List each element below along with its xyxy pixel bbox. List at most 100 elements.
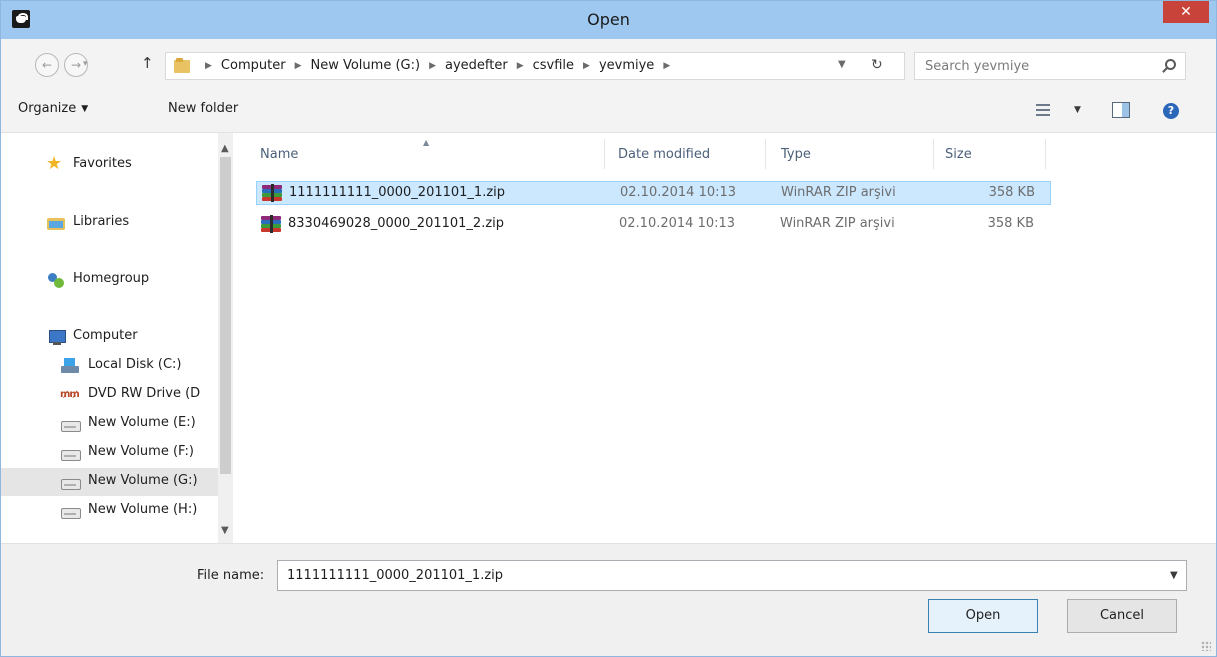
file-name-value[interactable]: 1111111111_0000_201101_1.zip [287, 568, 503, 583]
file-name-field[interactable]: 1111111111_0000_201101_1.zip ▼ [277, 560, 1187, 591]
breadcrumb-separator-icon[interactable]: ▶ [295, 61, 302, 71]
file-list: Name ▲ Date modified Type Size 111111111… [233, 133, 1216, 543]
sidebar-item-label: New Volume (E:) [88, 415, 196, 430]
file-name-label: File name: [197, 568, 265, 583]
sidebar-item-label: Computer [73, 328, 138, 343]
file-type: WinRAR ZIP arşivi [780, 216, 895, 231]
computer-icon [47, 329, 66, 345]
column-divider[interactable] [933, 139, 934, 169]
organize-label: Organize [18, 101, 77, 116]
help-icon[interactable]: ? [1163, 103, 1179, 119]
breadcrumb-separator-icon[interactable]: ▶ [517, 61, 524, 71]
column-divider[interactable] [765, 139, 766, 169]
winrar-zip-icon [262, 184, 282, 202]
sidebar-item-label: DVD RW Drive (D [88, 386, 201, 401]
recent-locations-dropdown[interactable]: ▾ [83, 59, 88, 69]
command-bar: Organize ▼ New folder ▼ ? [1, 89, 1216, 133]
drive-icon [61, 503, 81, 519]
sidebar-item-label: Libraries [73, 214, 130, 229]
sidebar-item-label: Local Disk (C:) [88, 357, 182, 372]
breadcrumb-separator-icon[interactable]: ▶ [205, 61, 212, 71]
sidebar-item-label: Homegroup [73, 271, 150, 286]
folder-icon [174, 58, 190, 73]
breadcrumb-separator-icon[interactable]: ▶ [429, 61, 436, 71]
organize-button[interactable]: Organize ▼ [18, 101, 88, 116]
up-button[interactable]: ↑ [141, 54, 154, 72]
breadcrumb-ayedefter[interactable]: ayedefter [445, 58, 508, 73]
star-icon: ★ [46, 153, 63, 174]
file-type: WinRAR ZIP arşivi [781, 185, 896, 200]
column-header-date-modified[interactable]: Date modified [618, 147, 710, 162]
column-header-type[interactable]: Type [781, 147, 811, 162]
sidebar-item-label: New Volume (F:) [88, 444, 194, 459]
dvd-drive-icon: ₥₥ [60, 389, 80, 400]
sidebar-item-local-disk-c[interactable]: Local Disk (C:) [1, 352, 218, 380]
homegroup-icon [47, 272, 65, 288]
dialog-footer: File name: 1111111111_0000_201101_1.zip … [1, 543, 1216, 656]
close-button[interactable]: ✕ [1163, 1, 1209, 23]
breadcrumb: ▶ Computer ▶ New Volume (G:) ▶ ayedefter ▶ csvf… [196, 58, 679, 73]
address-history-dropdown[interactable]: ▼ [838, 59, 846, 70]
change-view-icon[interactable] [1036, 104, 1050, 116]
view-options-dropdown[interactable]: ▼ [1074, 105, 1081, 115]
breadcrumb-separator-icon[interactable]: ▶ [583, 61, 590, 71]
breadcrumb-computer[interactable]: Computer [221, 58, 286, 73]
file-date-modified: 02.10.2014 10:13 [620, 185, 737, 200]
drive-icon [61, 416, 81, 432]
open-button[interactable]: Open [928, 599, 1038, 633]
sidebar-item-dvd-rw-drive[interactable]: ₥₥ DVD RW Drive (D [1, 381, 218, 409]
breadcrumb-csvfile[interactable]: csvfile [533, 58, 574, 73]
column-header-size[interactable]: Size [945, 147, 972, 162]
open-file-dialog: Open ✕ ← → ▾ ↑ ▶ Computer ▶ New Volume (G:)… [0, 0, 1217, 657]
sidebar-item-new-volume-e[interactable]: New Volume (E:) [1, 410, 218, 438]
chevron-down-icon[interactable]: ▼ [1170, 570, 1178, 581]
sidebar-item-label: New Volume (G:) [88, 473, 198, 488]
search-placeholder: Search yevmiye [925, 59, 1030, 74]
libraries-icon [47, 215, 65, 231]
search-icon[interactable] [1165, 59, 1176, 70]
scrollbar-thumb[interactable] [220, 157, 231, 474]
back-button[interactable]: ← [35, 53, 59, 77]
scroll-up-icon[interactable]: ▲ [221, 143, 229, 154]
column-divider[interactable] [604, 139, 605, 169]
refresh-button[interactable]: ↻ [871, 57, 883, 73]
dialog-title: Open [587, 10, 630, 29]
winrar-zip-icon [261, 215, 281, 233]
file-name: 8330469028_0000_201101_2.zip [288, 216, 505, 231]
file-name: 1111111111_0000_201101_1.zip [289, 185, 506, 200]
local-disk-icon [61, 358, 79, 374]
breadcrumb-new-volume-g[interactable]: New Volume (G:) [310, 58, 420, 73]
sidebar-item-new-volume-f[interactable]: New Volume (F:) [1, 439, 218, 467]
sidebar-item-label: New Volume (H:) [88, 502, 198, 517]
breadcrumb-separator-icon[interactable]: ▶ [663, 61, 670, 71]
breadcrumb-yevmiye[interactable]: yevmiye [599, 58, 654, 73]
file-size: 358 KB [988, 185, 1035, 200]
drive-icon [61, 474, 81, 490]
address-bar[interactable]: ▶ Computer ▶ New Volume (G:) ▶ ayedefter ▶ csvf… [165, 52, 905, 80]
title-bar[interactable]: Open ✕ [1, 1, 1216, 39]
file-row[interactable]: 1111111111_0000_201101_1.zip 02.10.2014 … [256, 181, 1051, 205]
search-input[interactable]: Search yevmiye [914, 52, 1186, 80]
file-date-modified: 02.10.2014 10:13 [619, 216, 736, 231]
column-header-name[interactable]: Name [260, 147, 298, 162]
scroll-down-icon[interactable]: ▼ [221, 525, 229, 536]
resize-grip-icon[interactable] [1201, 641, 1211, 651]
file-row[interactable]: 8330469028_0000_201101_2.zip 02.10.2014 … [256, 213, 1051, 237]
sidebar-item-homegroup[interactable]: Homegroup [1, 266, 218, 294]
sidebar-item-libraries[interactable]: Libraries [1, 209, 218, 237]
navigation-bar: ← → ▾ ↑ ▶ Computer ▶ New Volume (G:) ▶ ayedef… [1, 39, 1216, 89]
navigation-pane: ★ Favorites Libraries Homegroup Computer… [1, 133, 233, 543]
sidebar-item-favorites[interactable]: ★ Favorites [1, 151, 218, 179]
sidebar-item-label: Favorites [73, 156, 132, 171]
file-size: 358 KB [987, 216, 1034, 231]
drive-icon [61, 445, 81, 461]
cancel-button[interactable]: Cancel [1067, 599, 1177, 633]
sidebar-item-computer[interactable]: Computer [1, 323, 218, 351]
navigation-pane-scrollbar[interactable]: ▲ ▼ [218, 133, 233, 543]
chevron-down-icon: ▼ [81, 104, 89, 114]
sidebar-item-new-volume-g[interactable]: New Volume (G:) [1, 468, 218, 496]
preview-pane-icon[interactable] [1112, 102, 1130, 118]
sidebar-item-new-volume-h[interactable]: New Volume (H:) [1, 497, 218, 525]
new-folder-button[interactable]: New folder [168, 101, 238, 116]
column-divider[interactable] [1045, 139, 1046, 169]
